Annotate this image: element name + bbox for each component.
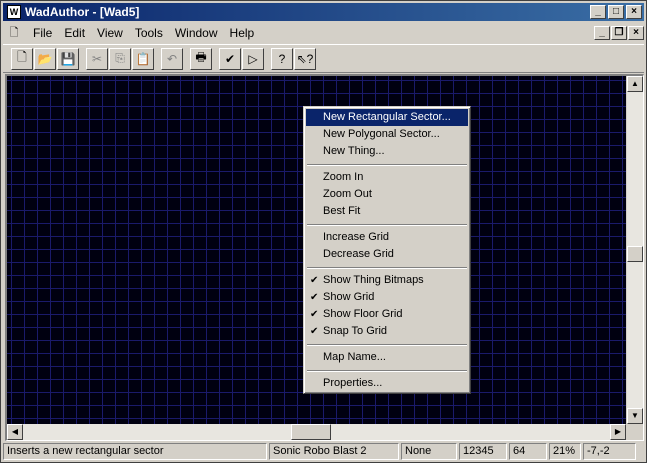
new-document-icon[interactable]: 🗋 [11,47,33,70]
undo-icon[interactable]: ↶ [161,47,183,70]
vertical-scrollbar[interactable]: ▲ ▼ [627,76,643,424]
mdi-restore-button[interactable]: ❐ [611,26,627,40]
checkmark-icon: ✔ [310,292,319,303]
context-menu-item-label: Zoom In [323,171,364,183]
context-menu-item[interactable]: ✔ Show Thing Bitmaps [306,272,468,289]
context-menu-item-label: Zoom Out [323,188,372,200]
checkmark-icon: ✔ [310,275,319,286]
status-number: 12345 [459,443,507,460]
menu-file[interactable]: File [27,26,58,40]
context-menu-item[interactable]: ✔ Snap To Grid [306,323,468,340]
context-menu-item-label: Decrease Grid [323,248,394,260]
context-menu-item[interactable]: Zoom Out [306,186,468,203]
status-bar: Inserts a new rectangular sector Sonic R… [3,442,644,461]
open-folder-icon[interactable]: 📂 [34,47,56,70]
context-menu-item[interactable]: Map Name... [306,349,468,366]
app-icon[interactable]: W [7,5,21,19]
status-grid-size: 64 [509,443,547,460]
context-menu-item[interactable]: Best Fit [306,203,468,220]
help-icon[interactable]: ? [271,47,293,70]
context-menu-item[interactable]: Zoom In [306,169,468,186]
context-menu-item-label: Show Floor Grid [323,308,403,320]
maximize-button[interactable]: □ [608,5,624,19]
context-menu-item-label: New Thing... [323,145,385,157]
horizontal-scrollbar[interactable]: ◀ ▶ [7,424,626,440]
mdi-close-button[interactable]: × [628,26,644,40]
scroll-right-arrow-icon[interactable]: ▶ [610,424,626,440]
menu-help[interactable]: Help [224,26,261,40]
context-menu-item[interactable]: Properties... [306,375,468,392]
context-menu-item-label: Show Grid [323,291,375,303]
window-title: WadAuthor - [Wad5] [25,5,140,19]
close-button[interactable]: × [626,5,642,19]
status-zoom: 21% [549,443,581,460]
status-message: Inserts a new rectangular sector [3,443,267,460]
checkmark-icon: ✔ [310,309,319,320]
menu-separator [306,366,468,375]
check-icon[interactable]: ✔ [219,47,241,70]
menu-separator [306,263,468,272]
status-coordinates: -7,-2 [583,443,636,460]
document-system-menu-icon[interactable]: 🗋 [7,26,21,40]
status-texture: None [401,443,457,460]
context-menu-item[interactable]: New Polygonal Sector... [306,126,468,143]
menu-tools[interactable]: Tools [129,26,169,40]
title-bar[interactable]: W WadAuthor - [Wad5] _ □ × [3,3,644,21]
save-disk-icon[interactable]: 💾 [57,47,79,70]
run-icon[interactable]: ▷ [242,47,264,70]
scroll-up-arrow-icon[interactable]: ▲ [627,76,643,92]
checkmark-icon: ✔ [310,326,319,337]
context-menu-item[interactable]: Increase Grid [306,229,468,246]
context-menu: New Rectangular Sector... New Polygonal S… [303,106,471,394]
context-menu-item[interactable]: New Rectangular Sector... [306,109,468,126]
context-menu-item-label: Best Fit [323,205,361,217]
scroll-down-arrow-icon[interactable]: ▼ [627,408,643,424]
context-menu-item-label: New Polygonal Sector... [323,128,440,140]
context-menu-item[interactable]: ✔ Show Floor Grid [306,306,468,323]
context-menu-item-label: Map Name... [323,351,386,363]
context-menu-item-label: Properties... [323,377,383,389]
copy-icon[interactable]: ⎘ [109,47,131,70]
menu-edit[interactable]: Edit [58,26,91,40]
context-menu-item[interactable]: Decrease Grid [306,246,468,263]
app-window: W WadAuthor - [Wad5] _ □ × 🗋 File Edit V… [0,0,647,463]
context-menu-item-label: Increase Grid [323,231,390,243]
menu-window[interactable]: Window [169,26,224,40]
print-icon[interactable]: 🖶 [190,47,212,70]
menu-separator [306,160,468,169]
cut-icon[interactable]: ✂ [86,47,108,70]
mdi-minimize-button[interactable]: _ [594,26,610,40]
toolbar: 🗋 📂 💾 ✂ ⎘ 📋 ↶ 🖶 ✔ ▷ ? ⇖? [3,44,644,73]
minimize-button[interactable]: _ [590,5,606,19]
vertical-scroll-thumb[interactable] [627,246,643,262]
context-menu-item[interactable]: ✔ Show Grid [306,289,468,306]
context-menu-item-label: Show Thing Bitmaps [323,274,424,286]
status-game: Sonic Robo Blast 2 [269,443,399,460]
menu-separator [306,220,468,229]
context-menu-item-label: New Rectangular Sector... [323,111,451,123]
menu-view[interactable]: View [91,26,129,40]
context-menu-item[interactable]: New Thing... [306,143,468,160]
menu-separator [306,340,468,349]
horizontal-scroll-thumb[interactable] [291,424,331,440]
scrollbar-corner [627,424,643,440]
menu-bar: 🗋 File Edit View Tools Window Help _ ❐ × [3,23,644,43]
scroll-left-arrow-icon[interactable]: ◀ [7,424,23,440]
paste-icon[interactable]: 📋 [132,47,154,70]
context-help-icon[interactable]: ⇖? [294,47,316,70]
context-menu-item-label: Snap To Grid [323,325,388,337]
